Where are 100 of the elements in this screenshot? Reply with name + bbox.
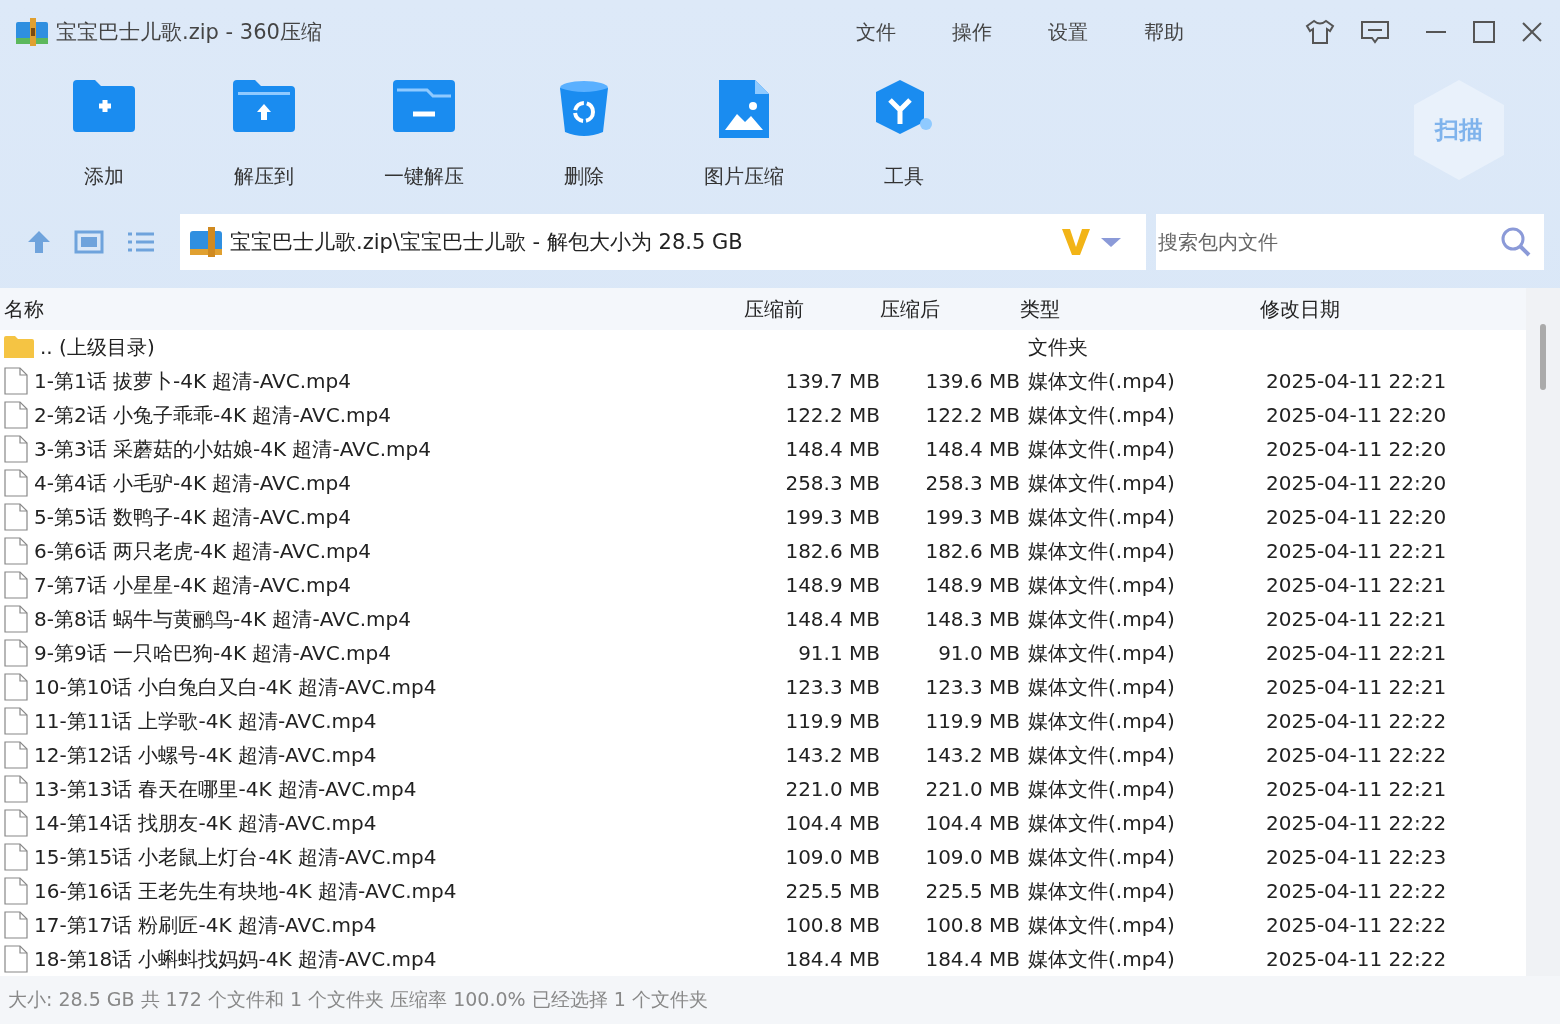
v-logo-icon[interactable] <box>1060 227 1092 257</box>
compressed-size: 199.3 MB <box>925 505 1020 529</box>
file-name[interactable]: 14-第14话 找朋友-4K 超清-AVC.mp4 <box>34 809 377 837</box>
file-type: 媒体文件(.mp4) <box>1028 368 1175 393</box>
compressed-size: 148.9 MB <box>925 573 1020 597</box>
window-title: 宝宝巴士儿歌.zip - 360压缩 <box>56 19 322 46</box>
address-bar[interactable]: 宝宝巴士儿歌.zip\宝宝巴士儿歌 - 解包大小为 28.5 GB <box>180 214 1146 270</box>
path-text: 宝宝巴士儿歌.zip\宝宝巴士儿歌 - 解包大小为 28.5 GB <box>230 229 744 256</box>
menu-item[interactable]: 帮助 <box>1144 18 1184 46</box>
file-type: 媒体文件(.mp4) <box>1028 572 1175 597</box>
file-name[interactable]: 17-第17话 粉刷匠-4K 超清-AVC.mp4 <box>34 911 377 939</box>
file-type: 媒体文件(.mp4) <box>1028 776 1175 801</box>
modified-date: 2025-04-11 22:21 <box>1266 539 1447 563</box>
compressed-size: 119.9 MB <box>925 709 1020 733</box>
file-type: 媒体文件(.mp4) <box>1028 912 1175 937</box>
file-type: 媒体文件(.mp4) <box>1028 742 1175 767</box>
modified-date: 2025-04-11 22:20 <box>1266 437 1447 461</box>
file-name[interactable]: 12-第12话 小螺号-4K 超清-AVC.mp4 <box>34 741 377 769</box>
file-name[interactable]: 5-第5话 数鸭子-4K 超清-AVC.mp4 <box>34 503 351 531</box>
original-size: 148.4 MB <box>785 437 880 461</box>
toolbar-button[interactable]: 删除 <box>504 64 664 190</box>
file-type: 媒体文件(.mp4) <box>1028 606 1175 631</box>
file-name[interactable]: 7-第7话 小星星-4K 超清-AVC.mp4 <box>34 571 351 599</box>
file-name[interactable]: 13-第13话 春天在哪里-4K 超清-AVC.mp4 <box>34 775 417 803</box>
modified-date: 2025-04-11 22:22 <box>1266 913 1447 937</box>
scrollbar-thumb[interactable] <box>1540 324 1546 390</box>
file-name[interactable]: 15-第15话 小老鼠上灯台-4K 超清-AVC.mp4 <box>34 843 437 871</box>
original-size: 221.0 MB <box>785 777 880 801</box>
menu-item[interactable]: 操作 <box>952 18 992 46</box>
file-icon <box>4 503 28 531</box>
file-type: 媒体文件(.mp4) <box>1028 402 1175 427</box>
modified-date: 2025-04-11 22:23 <box>1266 845 1447 869</box>
toolbar-button[interactable]: 工具 <box>824 64 984 190</box>
file-name[interactable]: 18-第18话 小蝌蚪找妈妈-4K 超清-AVC.mp4 <box>34 945 437 973</box>
file-icon <box>4 843 28 871</box>
column-header[interactable]: 类型 <box>1020 295 1260 323</box>
modified-date: 2025-04-11 22:21 <box>1266 607 1447 631</box>
folder-minus-icon <box>393 80 455 132</box>
compressed-size: 148.3 MB <box>925 607 1020 631</box>
dropdown-caret-icon[interactable] <box>1100 235 1122 249</box>
toolbar-button[interactable]: 图片压缩 <box>664 64 824 190</box>
file-name[interactable]: 1-第1话 拔萝卜-4K 超清-AVC.mp4 <box>34 367 351 395</box>
modified-date: 2025-04-11 22:21 <box>1266 369 1447 393</box>
compressed-size: 258.3 MB <box>925 471 1020 495</box>
modified-date: 2025-04-11 22:20 <box>1266 505 1447 529</box>
toolbar-button[interactable]: 一键解压 <box>344 64 504 190</box>
original-size: 182.6 MB <box>785 539 880 563</box>
file-icon <box>4 537 28 565</box>
file-name[interactable]: 2-第2话 小兔子乖乖-4K 超清-AVC.mp4 <box>34 401 391 429</box>
original-size: 91.1 MB <box>798 641 880 665</box>
folder-icon <box>4 336 34 358</box>
modified-date: 2025-04-11 22:22 <box>1266 947 1447 971</box>
modified-date: 2025-04-11 22:21 <box>1266 573 1447 597</box>
file-icon <box>4 707 28 735</box>
modified-date: 2025-04-11 22:22 <box>1266 879 1447 903</box>
menu-item[interactable]: 设置 <box>1048 18 1088 46</box>
close-icon[interactable] <box>1520 20 1544 44</box>
file-name[interactable]: 11-第11话 上学歌-4K 超清-AVC.mp4 <box>34 707 377 735</box>
file-name[interactable]: 10-第10话 小白兔白又白-4K 超清-AVC.mp4 <box>34 673 437 701</box>
maximize-icon[interactable] <box>1472 20 1496 44</box>
file-name[interactable]: 6-第6话 两只老虎-4K 超清-AVC.mp4 <box>34 537 371 565</box>
file-type: 媒体文件(.mp4) <box>1028 470 1175 495</box>
modified-date: 2025-04-11 22:20 <box>1266 471 1447 495</box>
status-text: 大小: 28.5 GB 共 172 个文件和 1 个文件夹 压缩率 100.0% 已经选择 1 个文件夹 <box>8 987 708 1012</box>
file-icon <box>4 469 28 497</box>
folder-upload-icon <box>233 80 295 132</box>
file-icon <box>4 741 28 769</box>
file-name[interactable]: 8-第8话 蜗牛与黄鹂鸟-4K 超清-AVC.mp4 <box>34 605 411 633</box>
compressed-size: 122.2 MB <box>925 403 1020 427</box>
compressed-size: 104.4 MB <box>925 811 1020 835</box>
menu-item[interactable]: 文件 <box>856 18 896 46</box>
file-icon <box>4 877 28 905</box>
compressed-size: 143.2 MB <box>925 743 1020 767</box>
compressed-size: 123.3 MB <box>925 675 1020 699</box>
feedback-icon[interactable] <box>1360 19 1390 45</box>
up-arrow-icon[interactable] <box>26 229 52 255</box>
toolbar-button[interactable]: 添加 <box>24 64 184 190</box>
toolbar-button[interactable]: 解压到 <box>184 64 344 190</box>
original-size: 258.3 MB <box>785 471 880 495</box>
shirt-icon[interactable] <box>1304 18 1336 46</box>
file-type: 媒体文件(.mp4) <box>1028 810 1175 835</box>
file-type: 媒体文件(.mp4) <box>1028 674 1175 699</box>
thumbnail-view-icon[interactable] <box>74 229 104 255</box>
column-header[interactable]: 修改日期 <box>1260 295 1520 323</box>
column-header[interactable]: 压缩后 <box>880 295 1020 323</box>
original-size: 199.3 MB <box>785 505 880 529</box>
file-type: 媒体文件(.mp4) <box>1028 436 1175 461</box>
file-name[interactable]: 16-第16话 王老先生有块地-4K 超清-AVC.mp4 <box>34 877 457 905</box>
column-header[interactable]: 名称 <box>0 295 744 323</box>
file-name[interactable]: .. (上级目录) <box>40 333 155 361</box>
archive-icon <box>190 227 222 257</box>
recycle-bin-icon <box>559 80 609 138</box>
modified-date: 2025-04-11 22:22 <box>1266 811 1447 835</box>
file-icon <box>4 367 28 395</box>
file-name[interactable]: 3-第3话 采蘑菇的小姑娘-4K 超清-AVC.mp4 <box>34 435 431 463</box>
search-icon[interactable] <box>1500 226 1532 258</box>
column-header[interactable]: 压缩前 <box>744 295 880 323</box>
file-name[interactable]: 4-第4话 小毛驴-4K 超清-AVC.mp4 <box>34 469 351 497</box>
search-field[interactable]: 搜索包内文件 <box>1156 214 1544 270</box>
file-name[interactable]: 9-第9话 一只哈巴狗-4K 超清-AVC.mp4 <box>34 639 391 667</box>
